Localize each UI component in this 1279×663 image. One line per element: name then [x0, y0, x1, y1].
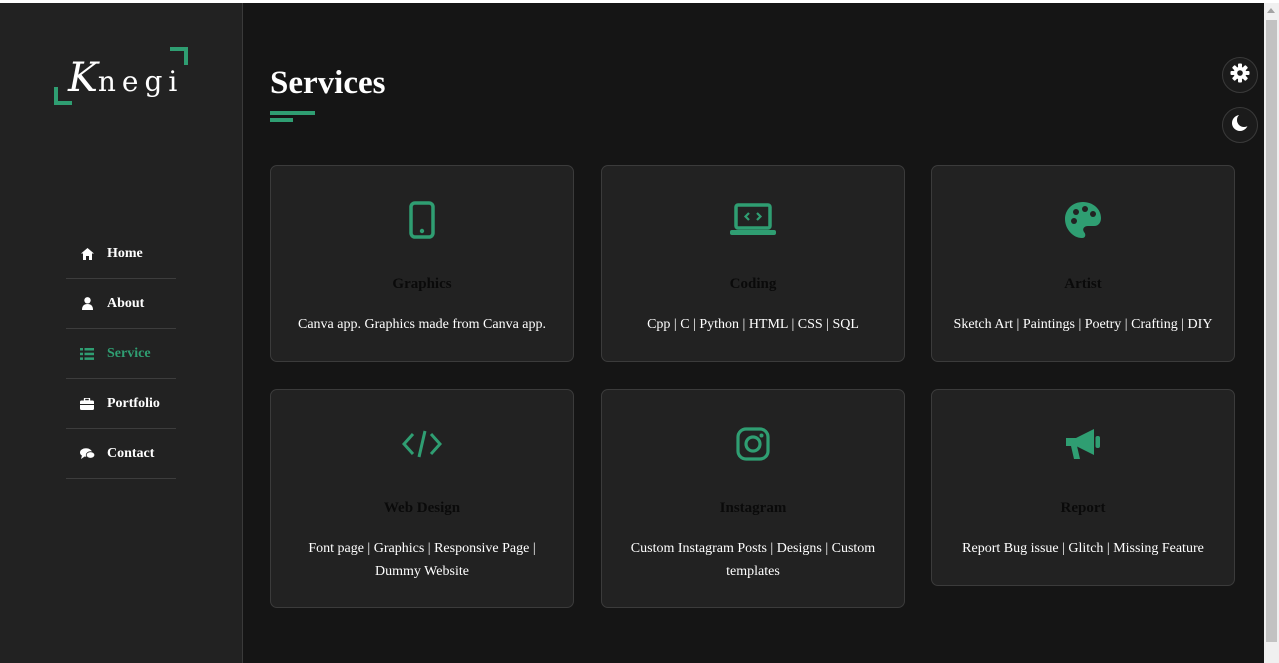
service-card-coding[interactable]: Coding Cpp | C | Python | HTML | CSS | S… [601, 165, 905, 362]
service-card-web-design[interactable]: Web Design Font page | Graphics | Respon… [270, 389, 574, 608]
nav-label-service: Service [107, 345, 151, 361]
code-icon [271, 422, 573, 466]
service-title: Web Design [383, 500, 461, 516]
laptop-code-icon [602, 198, 904, 242]
home-icon [79, 247, 95, 261]
logo-rest: negi [97, 65, 184, 98]
scrollbar-thumb[interactable] [1266, 20, 1277, 642]
nav-item-contact[interactable]: Contact [66, 429, 176, 479]
theme-toggle-button[interactable] [1222, 107, 1258, 143]
nav-label-portfolio: Portfolio [107, 395, 160, 411]
service-desc: Sketch Art | Paintings | Poetry | Crafti… [953, 317, 1213, 332]
service-title: Report [1060, 500, 1106, 516]
logo-text: Knegi [68, 55, 183, 101]
nav-label-contact: Contact [107, 445, 155, 461]
nav-label-about: About [107, 295, 145, 311]
page-title: Services [270, 65, 386, 101]
briefcase-icon [79, 397, 95, 411]
main-content: Services Graphics Canva app. Graphics ma… [243, 3, 1264, 663]
moon-icon [1231, 112, 1251, 137]
nav-item-about[interactable]: About [66, 279, 176, 329]
list-icon [79, 347, 95, 361]
nav-item-service[interactable]: Service [66, 329, 176, 379]
service-desc: Font page | Graphics | Responsive Page |… [308, 541, 536, 579]
service-desc: Cpp | C | Python | HTML | CSS | SQL [647, 317, 859, 332]
service-desc: Report Bug issue | Glitch | Missing Feat… [962, 541, 1204, 556]
palette-icon [932, 198, 1234, 242]
service-card-instagram[interactable]: Instagram Custom Instagram Posts | Desig… [601, 389, 905, 608]
settings-button[interactable] [1222, 57, 1258, 93]
nav-label-home: Home [107, 245, 143, 261]
service-title: Instagram [719, 500, 787, 516]
scroll-up-arrow[interactable] [1267, 8, 1275, 13]
gear-icon [1230, 63, 1250, 88]
title-underline-short [270, 118, 293, 122]
mobile-icon [271, 198, 573, 242]
service-card-artist[interactable]: Artist Sketch Art | Paintings | Poetry |… [931, 165, 1235, 362]
scrollbar[interactable] [1264, 3, 1279, 663]
logo[interactable]: Knegi [54, 47, 188, 105]
service-card-graphics[interactable]: Graphics Canva app. Graphics made from C… [270, 165, 574, 362]
service-desc: Canva app. Graphics made from Canva app. [297, 317, 547, 332]
instagram-icon [602, 422, 904, 466]
title-underline [270, 111, 315, 115]
service-title: Artist [1064, 276, 1102, 292]
nav-menu: Home About Service Portfolio Contact [66, 229, 176, 479]
service-card-report[interactable]: Report Report Bug issue | Glitch | Missi… [931, 389, 1235, 586]
nav-item-portfolio[interactable]: Portfolio [66, 379, 176, 429]
megaphone-icon [932, 422, 1234, 466]
service-title: Coding [729, 276, 777, 292]
logo-initial: K [68, 55, 98, 101]
user-icon [79, 297, 95, 311]
sidebar: Knegi Home About Service Portfolio Conta… [0, 3, 243, 663]
service-desc: Custom Instagram Posts | Designs | Custo… [630, 541, 876, 579]
service-title: Graphics [392, 276, 452, 292]
comments-icon [79, 447, 95, 461]
nav-item-home[interactable]: Home [66, 229, 176, 279]
